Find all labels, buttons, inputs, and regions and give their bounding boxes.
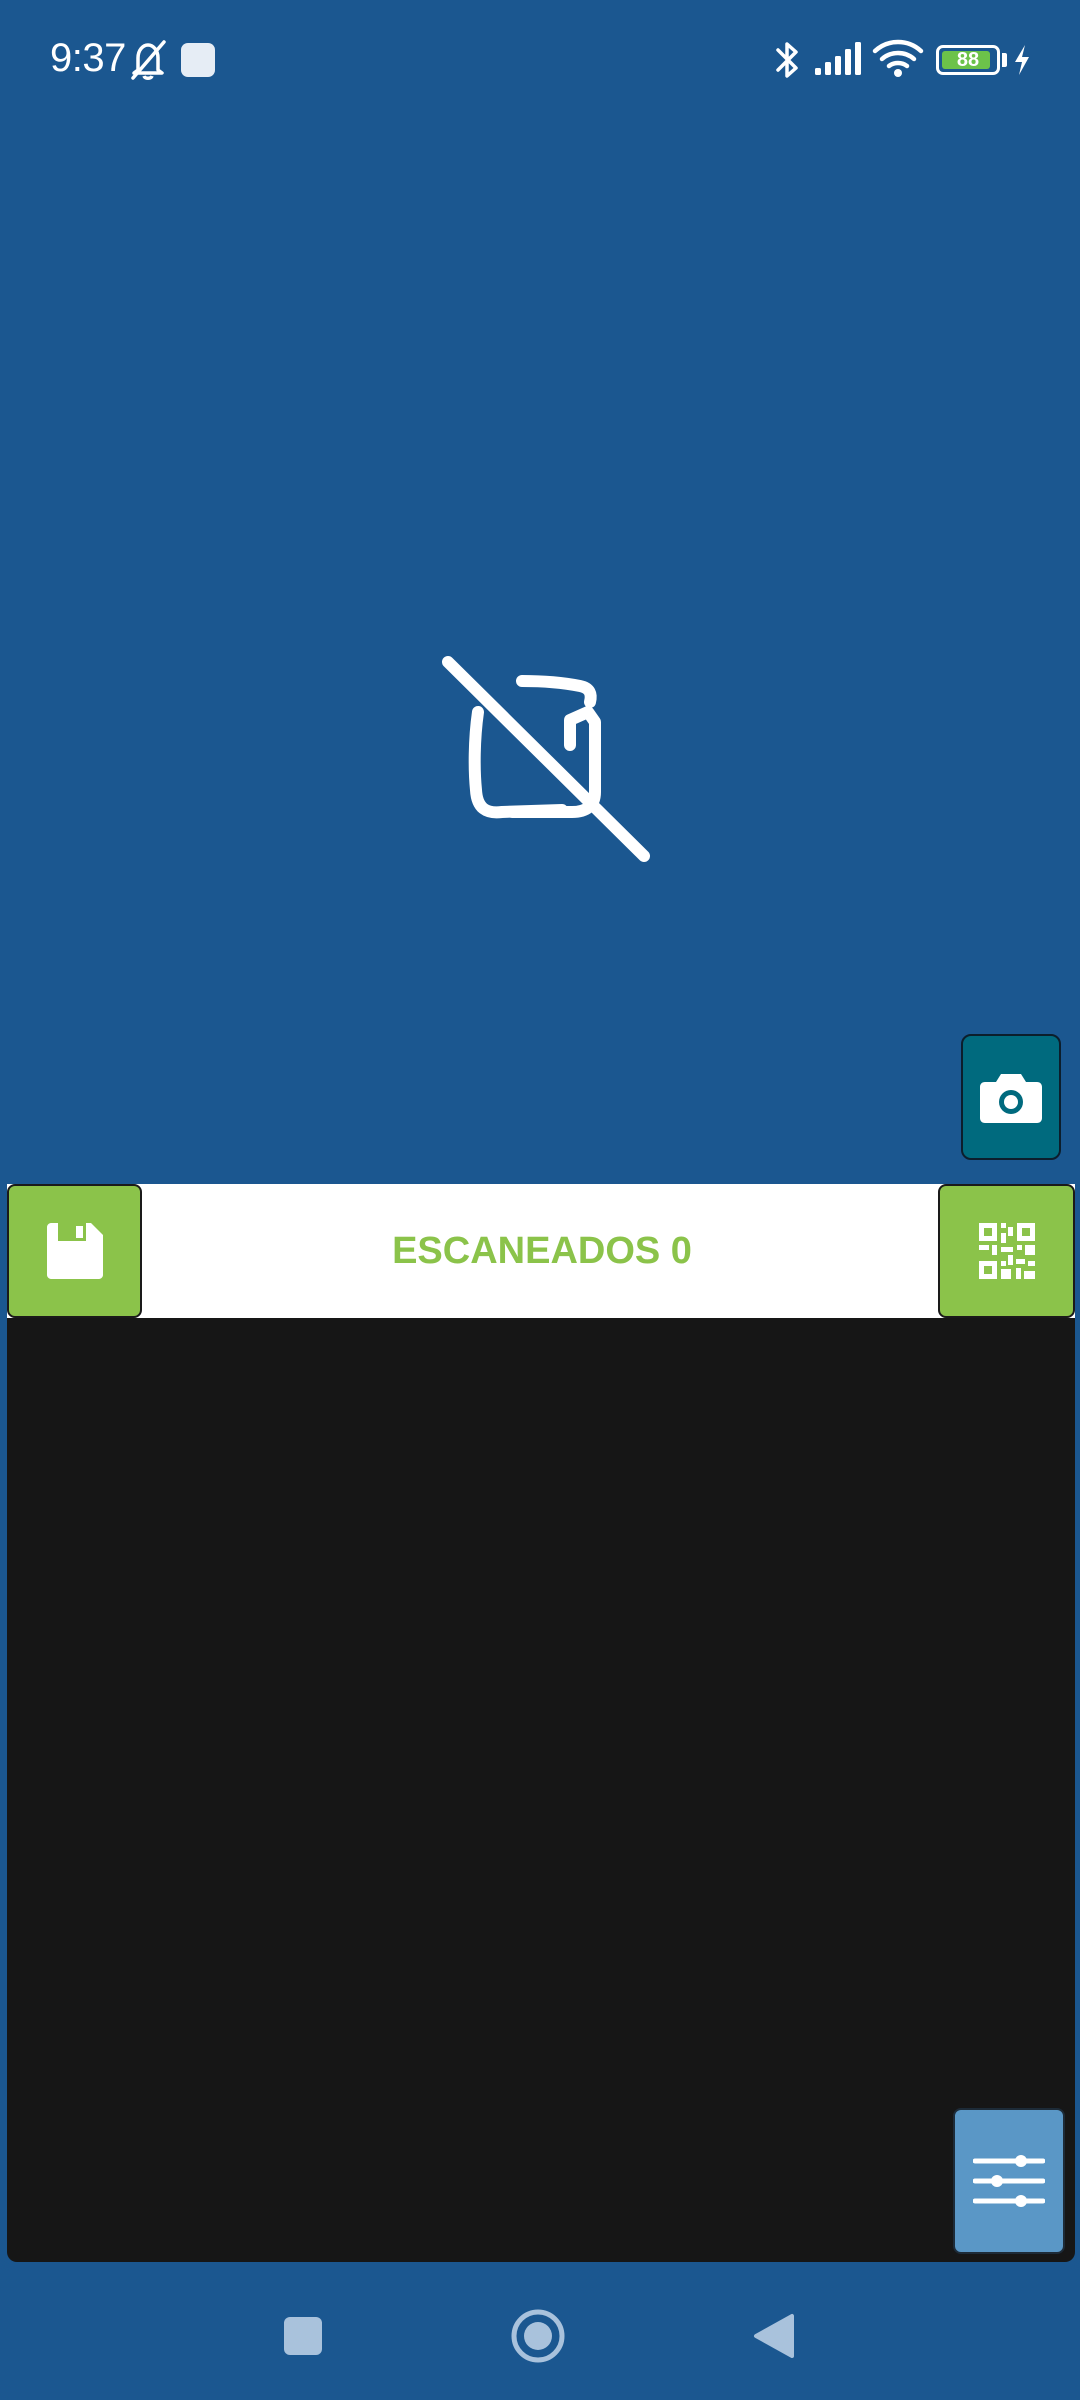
wifi-icon xyxy=(872,39,924,77)
bell-off-icon xyxy=(131,40,166,80)
qr-scan-button[interactable] xyxy=(938,1184,1075,1318)
charging-icon xyxy=(1015,45,1029,75)
settings-button[interactable] xyxy=(953,2108,1065,2254)
status-bar: 9:37 88 xyxy=(0,0,1080,120)
camera-icon xyxy=(980,1074,1042,1123)
scanned-count-title: ESCANEADOS 0 xyxy=(392,1230,692,1272)
scan-header: ESCANEADOS 0 xyxy=(7,1184,1075,1318)
capture-button[interactable] xyxy=(961,1034,1061,1160)
scanner-screen: 9:37 88 ESCANEADOS 0 xyxy=(0,0,1080,2400)
battery-level: 88 xyxy=(956,49,980,71)
qr-code-icon xyxy=(978,1223,1035,1279)
recents-button[interactable] xyxy=(284,2317,322,2355)
navigation-bar xyxy=(0,2262,1080,2400)
camera-preview[interactable] xyxy=(0,120,1080,1184)
app-notification-icon xyxy=(181,43,215,77)
home-button[interactable] xyxy=(510,2308,566,2364)
signal-icon xyxy=(815,42,861,75)
floppy-disk-icon xyxy=(46,1223,103,1279)
back-button[interactable] xyxy=(752,2312,796,2360)
bluetooth-icon xyxy=(776,42,798,78)
sliders-icon xyxy=(973,2155,1045,2207)
camera-off-icon xyxy=(442,656,650,862)
status-time: 9:37 xyxy=(50,36,126,80)
scanned-items-list[interactable] xyxy=(7,1318,1075,2262)
battery-cap xyxy=(1002,53,1007,67)
save-button[interactable] xyxy=(7,1184,142,1318)
